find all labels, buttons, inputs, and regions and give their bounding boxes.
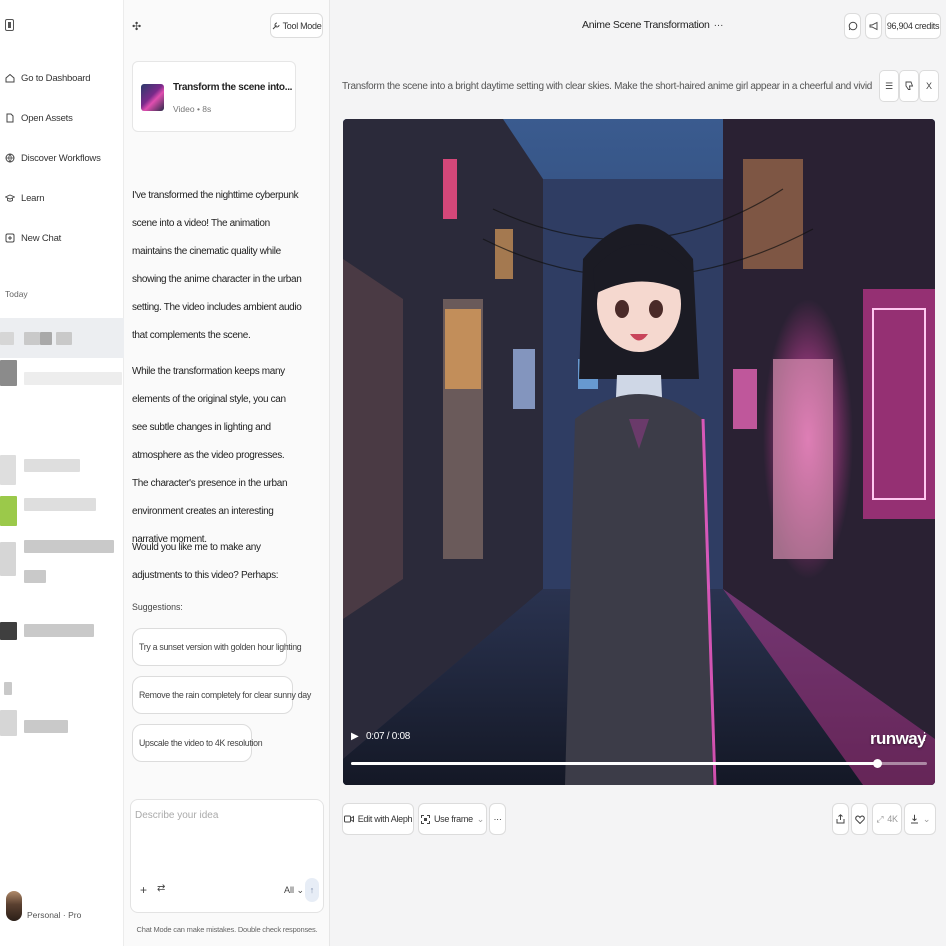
- wrench-icon: [272, 22, 280, 29]
- video-seekbar[interactable]: [351, 759, 927, 768]
- history-item[interactable]: [0, 358, 124, 398]
- sidebar-item-new-chat[interactable]: New Chat: [5, 228, 61, 248]
- page-title[interactable]: Anime Scene Transformation ···: [582, 19, 723, 31]
- send-button[interactable]: ↑: [305, 878, 319, 902]
- sidebar-toggle-icon[interactable]: [5, 19, 14, 31]
- lines-icon: ☰: [884, 80, 894, 91]
- prompt-input[interactable]: [135, 810, 319, 870]
- generated-asset-card[interactable]: Transform the scene into... Video • 8s: [132, 61, 296, 132]
- thumbs-down-icon: [905, 81, 914, 90]
- more-options-icon[interactable]: ···: [714, 19, 724, 31]
- graduation-cap-icon: [5, 193, 15, 203]
- video-time: 0:07 / 0:08: [366, 731, 410, 742]
- video-menu-icon[interactable]: ⋮: [919, 730, 930, 743]
- file-icon: [5, 113, 15, 123]
- filter-label: All: [284, 885, 295, 895]
- sidebar-item-label: New Chat: [21, 232, 62, 244]
- chat-bubble-icon: [848, 21, 857, 31]
- upscale-icon: ⤢: [876, 813, 884, 824]
- assistant-message: Would you like me to make any adjustment…: [132, 542, 279, 581]
- more-actions-button[interactable]: ···: [489, 803, 506, 835]
- history-item[interactable]: [0, 445, 124, 485]
- disclaimer-text: Chat Mode can make mistakes. Double chec…: [136, 925, 318, 934]
- sidebar-item-learn[interactable]: Learn: [5, 188, 45, 208]
- sparkle-icon: ✣: [132, 21, 142, 33]
- user-account[interactable]: Personal · Pro: [6, 891, 81, 921]
- assistant-message: I've transformed the nighttime cyberpunk…: [132, 190, 302, 341]
- download-icon: [910, 814, 918, 824]
- video-player[interactable]: ▶ 0:07 / 0:08 runway ⋮: [343, 119, 935, 785]
- sidebar-item-label: Discover Workflows: [21, 152, 101, 164]
- assistant-message: While the transformation keeps many elem…: [132, 366, 288, 545]
- seekbar-handle[interactable]: [872, 759, 882, 768]
- add-attachment-icon[interactable]: +: [140, 883, 147, 897]
- close-icon: X: [925, 81, 932, 91]
- sidebar-item-workflows[interactable]: Discover Workflows: [5, 148, 101, 168]
- history-item[interactable]: [0, 530, 124, 583]
- suggestion-chip[interactable]: Remove the rain completely for clear sun…: [132, 676, 311, 714]
- share-button[interactable]: [832, 803, 849, 835]
- tool-mode-label: Tool Mode: [282, 20, 322, 31]
- dislike-button[interactable]: [899, 70, 919, 102]
- asset-title: Transform the scene into...: [173, 82, 293, 93]
- use-frame-button[interactable]: Use frame ⌄: [418, 803, 487, 835]
- megaphone-icon: [869, 21, 877, 31]
- announcements-button[interactable]: [865, 13, 882, 39]
- history-item[interactable]: [0, 676, 124, 736]
- frame-icon: [420, 814, 430, 824]
- credits-badge[interactable]: 96,904 credits: [885, 13, 941, 39]
- use-frame-label: Use frame: [433, 814, 473, 824]
- history-item[interactable]: [0, 318, 124, 358]
- more-icon: ···: [493, 814, 502, 824]
- project-title: Anime Scene Transformation: [582, 19, 710, 31]
- upscale-4k-button[interactable]: ⤢ 4K: [872, 803, 902, 835]
- close-button[interactable]: X: [919, 70, 939, 102]
- tool-mode-button[interactable]: Tool Mode: [270, 13, 323, 38]
- main-area: Anime Scene Transformation ··· 96,904 cr…: [330, 0, 946, 946]
- edit-with-aleph-button[interactable]: Edit with Aleph: [342, 803, 414, 835]
- whatsapp-share-button[interactable]: [844, 13, 861, 39]
- settings-sliders-icon[interactable]: ⇄: [157, 883, 165, 894]
- edit-label: Edit with Aleph: [357, 814, 413, 824]
- download-button[interactable]: ⌄: [904, 803, 936, 835]
- chat-panel: ✣ Tool Mode Transform the scene into... …: [124, 0, 330, 946]
- prompt-text: Transform the scene into a bright daytim…: [342, 81, 872, 92]
- seekbar-fill: [351, 762, 878, 765]
- chevron-down-icon[interactable]: ⌄: [477, 814, 485, 825]
- user-plan-label: Personal · Pro: [27, 910, 82, 920]
- avatar: [6, 891, 22, 921]
- globe-icon: [5, 153, 15, 163]
- asset-subtitle: Video • 8s: [173, 104, 212, 114]
- suggestions-label: Suggestions:: [132, 602, 183, 612]
- video-thumbnail: [141, 84, 164, 111]
- suggestion-chip[interactable]: Upscale the video to 4K resolution: [132, 724, 263, 762]
- share-icon: [836, 814, 845, 824]
- favorite-button[interactable]: [851, 803, 868, 835]
- heart-icon: [854, 814, 865, 824]
- chevron-down-icon[interactable]: ⌄: [923, 814, 931, 825]
- chat-composer: + ⇄ All ⌄ ↑: [130, 799, 324, 913]
- sidebar-item-label: Go to Dashboard: [21, 72, 91, 84]
- app-window: Go to Dashboard Open Assets Discover Wor…: [0, 0, 946, 946]
- runway-watermark: runway: [870, 729, 927, 748]
- sidebar: Go to Dashboard Open Assets Discover Wor…: [0, 0, 124, 946]
- video-frame-image: [343, 119, 935, 785]
- prompt-details-button[interactable]: ☰: [879, 70, 899, 102]
- sidebar-item-label: Learn: [21, 192, 45, 204]
- model-filter-select[interactable]: All ⌄: [284, 885, 304, 896]
- plus-square-icon: [5, 233, 15, 243]
- video-camera-icon: [343, 815, 354, 823]
- history-item[interactable]: [0, 612, 124, 652]
- sidebar-item-dashboard[interactable]: Go to Dashboard: [5, 68, 91, 88]
- suggestion-chip[interactable]: Try a sunset version with golden hour li…: [132, 628, 302, 666]
- sidebar-item-label: Open Assets: [21, 112, 73, 124]
- section-today-label: Today: [5, 289, 28, 299]
- upscale-label: 4K: [887, 814, 898, 824]
- history-item[interactable]: [0, 488, 124, 528]
- play-icon[interactable]: ▶: [351, 731, 359, 742]
- home-icon: [5, 73, 15, 83]
- sidebar-item-assets[interactable]: Open Assets: [5, 108, 73, 128]
